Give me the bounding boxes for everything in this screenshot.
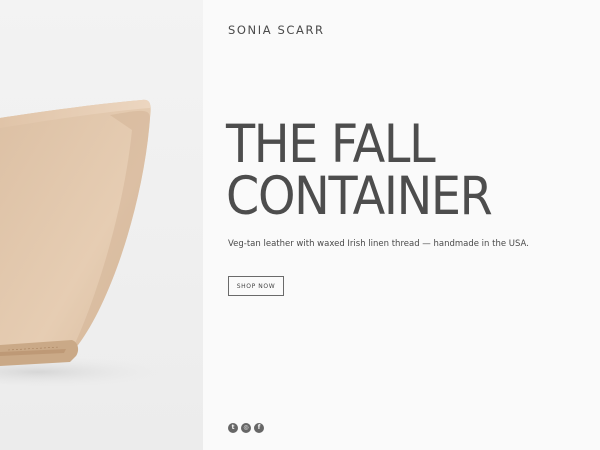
brand-logo[interactable]: SONIA SCARR (228, 23, 325, 37)
headline-line-1: THE FALL (226, 114, 436, 175)
page-title: THE FALL CONTAINER (226, 114, 493, 227)
instagram-icon[interactable]: ◎ (241, 423, 251, 433)
headline-line-2: CONTAINER (226, 166, 493, 227)
product-image (0, 0, 203, 450)
shop-now-button[interactable]: SHOP NOW (228, 276, 284, 296)
twitter-icon[interactable]: t (228, 423, 238, 433)
facebook-icon[interactable]: f (254, 423, 264, 433)
hero-content: SONIA SCARR THE FALL CONTAINER Veg-tan l… (203, 0, 600, 450)
social-links: t ◎ f (228, 423, 264, 433)
product-tagline: Veg-tan leather with waxed Irish linen t… (228, 239, 529, 249)
page: SONIA SCARR THE FALL CONTAINER Veg-tan l… (0, 0, 600, 450)
